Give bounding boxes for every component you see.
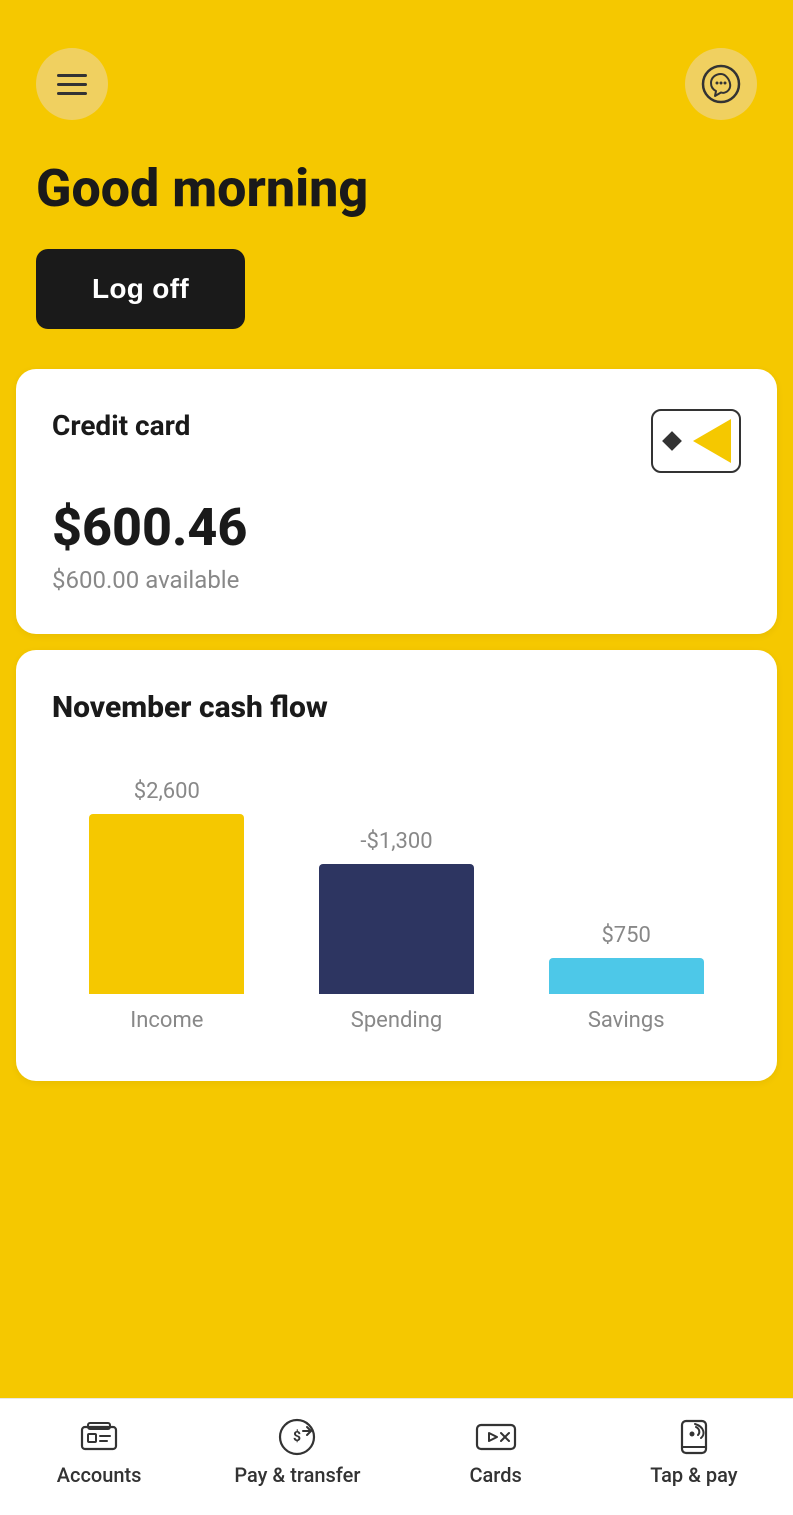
avatar-chat-icon	[701, 64, 741, 104]
spending-bar	[319, 864, 474, 994]
menu-button[interactable]	[36, 48, 108, 120]
cards-label: Cards	[469, 1463, 521, 1487]
income-bar-wrapper	[52, 814, 282, 994]
accounts-label: Accounts	[57, 1463, 142, 1487]
spending-label: Spending	[351, 1008, 443, 1033]
credit-card-amount: $600.46	[52, 497, 741, 558]
savings-bar-wrapper	[511, 958, 741, 994]
savings-column: $750 Savings	[511, 923, 741, 1033]
nav-tap-pay[interactable]: Tap & pay	[595, 1419, 793, 1487]
credit-card-available: $600.00 available	[52, 566, 741, 594]
nav-accounts[interactable]: Accounts	[0, 1419, 198, 1487]
greeting-section: Good morning Log off	[0, 140, 793, 369]
nav-pay-transfer[interactable]: $ Pay & transfer	[198, 1419, 396, 1487]
menu-line-2	[57, 83, 87, 86]
credit-card-widget[interactable]: Credit card $600.46 $600.00 available	[16, 369, 777, 634]
income-column: $2,600 Income	[52, 779, 282, 1033]
avatar-chat-button[interactable]	[685, 48, 757, 120]
credit-card-title: Credit card	[52, 409, 190, 442]
cashflow-widget: November cash flow $2,600 Income -$1,300	[16, 650, 777, 1081]
spending-column: -$1,300 Spending	[282, 829, 512, 1033]
cashflow-title: November cash flow	[52, 690, 741, 725]
income-value: $2,600	[134, 779, 200, 804]
menu-line-3	[57, 92, 87, 95]
credit-card-header: Credit card	[52, 409, 741, 473]
svg-text:$: $	[293, 1428, 301, 1445]
tap-pay-icon	[672, 1419, 716, 1455]
savings-value: $750	[601, 923, 650, 948]
income-label: Income	[130, 1008, 203, 1033]
pay-transfer-label: Pay & transfer	[234, 1463, 360, 1487]
header	[0, 0, 793, 140]
menu-line-1	[57, 74, 87, 77]
income-bar	[89, 814, 244, 994]
greeting-title: Good morning	[36, 160, 757, 217]
arrow-shape	[693, 419, 731, 463]
cards-section: Credit card $600.46 $600.00 available No…	[0, 369, 793, 1398]
cards-icon	[474, 1419, 518, 1455]
cashflow-chart: $2,600 Income -$1,300 Spending $75	[52, 761, 741, 1041]
spending-value: -$1,300	[360, 829, 432, 854]
bottom-nav: Accounts $ Pay & transfer	[0, 1398, 793, 1515]
credit-card-icon	[651, 409, 741, 473]
app-container: Good morning Log off Credit card $600.46…	[0, 0, 793, 1515]
savings-bar	[549, 958, 704, 994]
pay-transfer-icon: $	[275, 1419, 319, 1455]
diamond-shape	[662, 431, 682, 451]
logoff-button[interactable]: Log off	[36, 249, 245, 329]
spending-bar-wrapper	[282, 864, 512, 994]
accounts-icon	[77, 1419, 121, 1455]
savings-label: Savings	[588, 1008, 665, 1033]
tap-pay-label: Tap & pay	[650, 1463, 737, 1487]
nav-cards[interactable]: Cards	[397, 1419, 595, 1487]
